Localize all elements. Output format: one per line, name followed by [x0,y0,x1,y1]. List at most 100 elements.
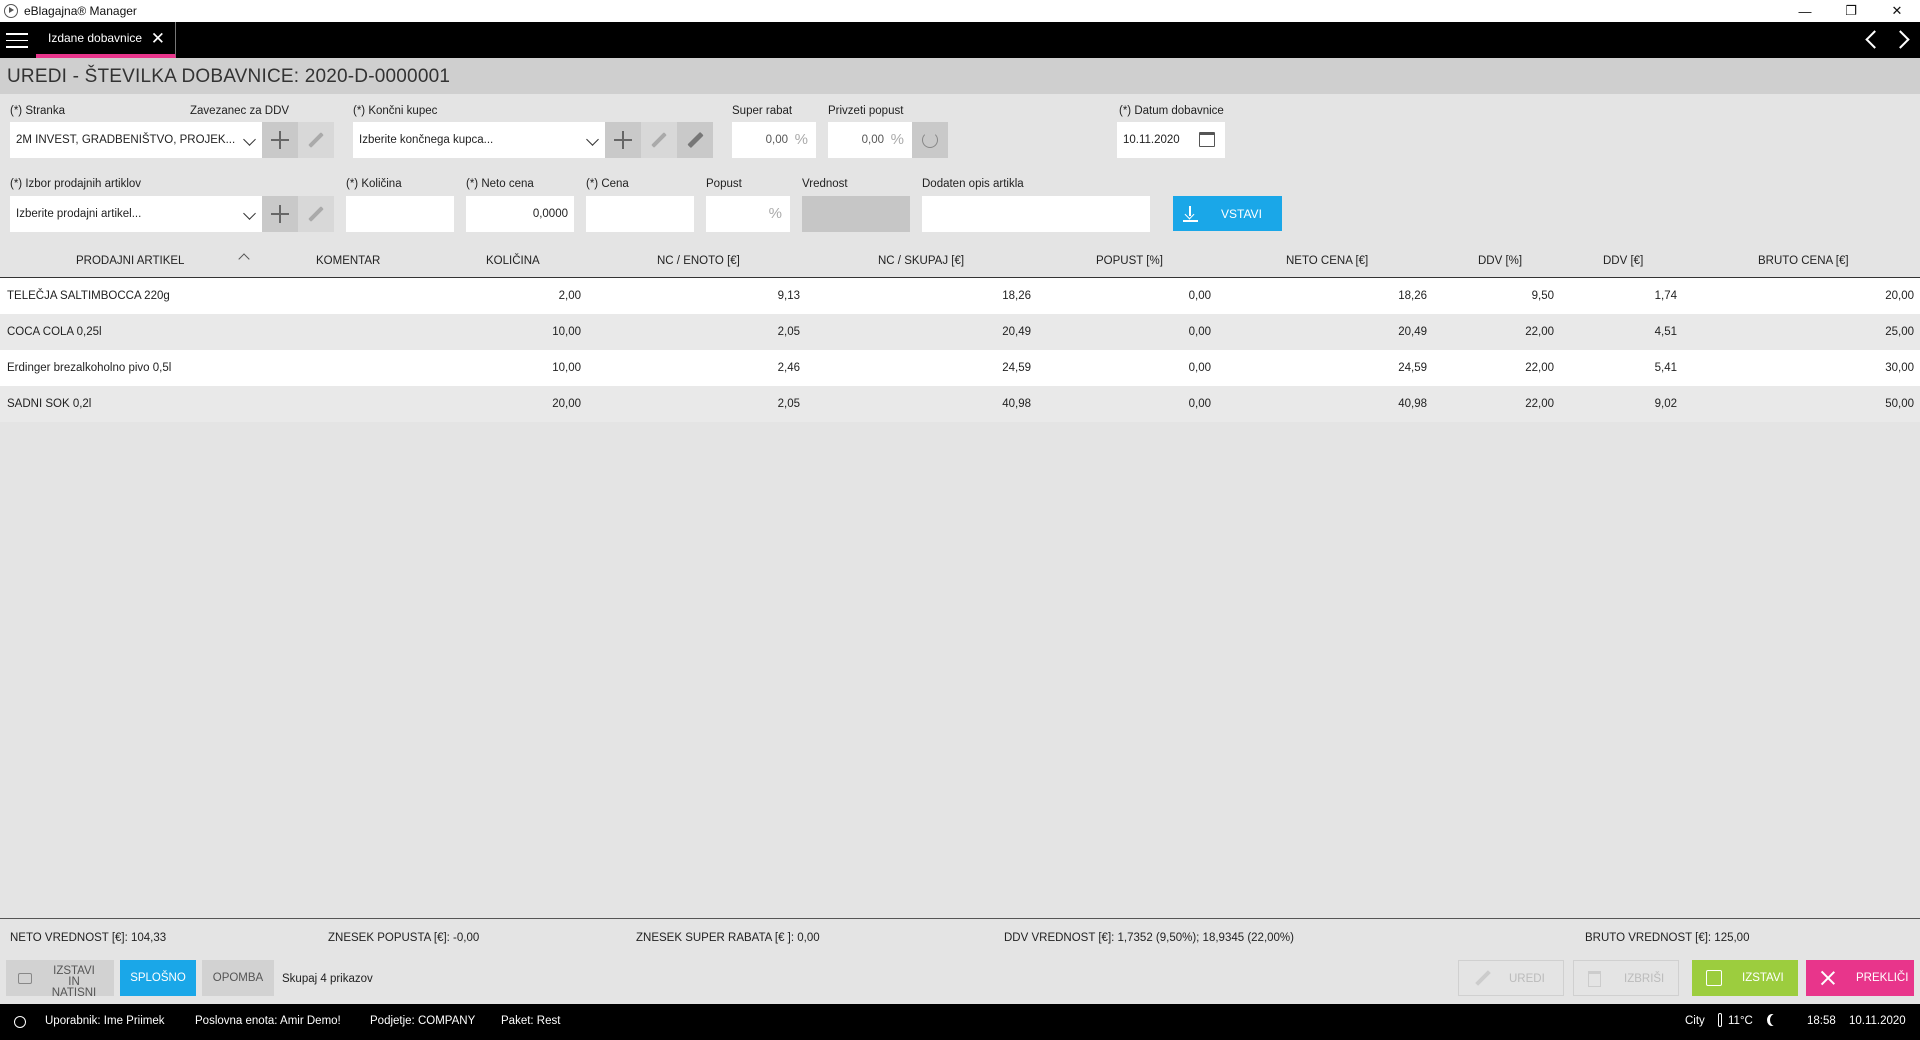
refresh-icon [922,132,938,148]
cancel-button[interactable]: PREKLIČI [1806,960,1914,996]
close-window-button[interactable]: ✕ [1874,0,1920,22]
download-icon [1183,206,1198,222]
cell-ddv-eur: 9,02 [1654,398,1677,410]
totals-bar: NETO VREDNOST [€]: 104,33 ZNESEK POPUSTA… [0,918,1920,958]
minimize-button[interactable]: — [1782,0,1828,22]
neto-total: NETO VREDNOST [€]: 104,33 [10,932,167,944]
menu-icon[interactable] [6,33,28,48]
cell-ddv-pct: 9,50 [1531,290,1554,302]
datum-value: 10.11.2020 [1123,134,1180,146]
window-title: eBlagajna® Manager [24,4,137,18]
cell-bruto: 25,00 [1885,326,1914,338]
status-package: Paket: Rest [501,1015,561,1027]
datum-label: (*) Datum dobavnice [1119,105,1224,117]
table-row[interactable]: Erdinger brezalkoholno pivo 0,5l 10,00 2… [0,350,1920,386]
koncni-kupec-select[interactable]: Izberite končnega kupca... [353,122,605,158]
table-row[interactable]: TELEČJA SALTIMBOCCA 220g 2,00 9,13 18,26… [0,278,1920,314]
close-icon [1820,970,1836,986]
cell-popust: 0,00 [1188,398,1211,410]
cell-kolicina: 10,00 [552,362,581,374]
privzeti-popust-input[interactable]: 0,00 % [828,122,912,158]
status-city: City [1685,1015,1705,1027]
edit-stranka-button[interactable] [298,122,334,158]
status-time: 18:58 [1807,1015,1836,1027]
kolicina-input[interactable] [346,196,454,232]
col-neto-cena[interactable]: NETO CENA [€] [1286,255,1368,267]
clear-kupec-button[interactable] [677,122,713,158]
popust-total: ZNESEK POPUSTA [€]: -0,00 [328,932,480,944]
issue-and-print-button[interactable]: IZSTAVI IN NATISNI [6,960,114,999]
cell-nc-enoto: 2,05 [777,398,800,410]
save-icon [1706,970,1722,986]
opis-input[interactable] [922,196,1150,232]
super-rabat-input[interactable]: 0,00 % [732,122,816,158]
col-ddv-eur[interactable]: DDV [€] [1603,255,1643,267]
cell-kolicina: 2,00 [558,290,581,302]
koncni-kupec-label: (*) Končni kupec [353,105,438,117]
chevron-left-icon[interactable] [1864,28,1878,50]
stranka-select[interactable]: 2M INVEST, GRADBENIŠTVO, PROJEK... [10,122,262,158]
privzeti-popust-label: Privzeti popust [828,105,904,117]
super-rabat-total: ZNESEK SUPER RABATA [€ ]: 0,00 [636,932,820,944]
table-header: PRODAJNI ARTIKEL KOMENTAR KOLIČINA NC / … [0,245,1920,278]
cell-artikel: COCA COLA 0,25l [7,326,102,338]
popust-input[interactable]: % [706,196,790,232]
table-row[interactable]: SADNI SOK 0,2l 20,00 2,05 40,98 0,00 40,… [0,386,1920,422]
tab-izdane-dobavnice[interactable]: Izdane dobavnice ✕ [36,22,176,58]
status-date: 10.11.2020 [1849,1015,1906,1027]
col-prodajni-artikel[interactable]: PRODAJNI ARTIKEL [76,255,184,267]
datum-input[interactable]: 10.11.2020 [1117,122,1225,158]
vrednost-label: Vrednost [802,178,848,190]
cell-popust: 0,00 [1188,326,1211,338]
cell-ddv-eur: 5,41 [1654,362,1677,374]
add-artikel-button[interactable] [262,196,298,232]
cena-label: (*) Cena [586,178,629,190]
tab-splosno[interactable]: SPLOŠNO [120,960,196,996]
user-icon [14,1016,26,1028]
insert-button[interactable]: VSTAVI [1173,196,1282,231]
table-row[interactable]: COCA COLA 0,25l 10,00 2,05 20,49 0,00 20… [0,314,1920,350]
percent-icon: % [890,131,904,148]
delete-button[interactable]: IZBRIŠI [1573,960,1679,996]
add-kupec-button[interactable] [605,122,641,158]
col-ddv-pct[interactable]: DDV [%] [1478,255,1522,267]
close-tab-icon[interactable]: ✕ [151,29,165,49]
col-popust[interactable]: POPUST [%] [1096,255,1163,267]
cell-popust: 0,00 [1188,362,1211,374]
cancel-label: PREKLIČI [1856,972,1909,984]
col-kolicina[interactable]: KOLIČINA [486,255,540,267]
status-temperature: 11°C [1728,1015,1753,1027]
cena-input[interactable] [586,196,694,232]
restore-button[interactable]: ❐ [1828,0,1874,22]
printer-icon [18,973,32,984]
tab-opomba[interactable]: OPOMBA [202,960,274,996]
insert-label: VSTAVI [1221,207,1262,221]
percent-icon: % [768,205,782,222]
calendar-icon[interactable] [1199,132,1215,147]
reset-popust-button[interactable] [912,122,948,158]
col-nc-enoto[interactable]: NC / ENOTO [€] [657,255,740,267]
cell-nc-skupaj: 18,26 [1002,290,1031,302]
add-stranka-button[interactable] [262,122,298,158]
issue-button[interactable]: IZSTAVI [1692,960,1798,996]
cell-nc-enoto: 9,13 [777,290,800,302]
cell-neto: 18,26 [1398,290,1427,302]
percent-icon: % [794,131,808,148]
ddv-total: DDV VREDNOST [€]: 1,7352 (9,50%); 18,934… [1004,932,1294,944]
issue-label: IZSTAVI [1742,972,1784,984]
page-header: UREDI - ŠTEVILKA DOBAVNICE: 2020-D-00000… [0,58,1920,94]
cell-bruto: 20,00 [1885,290,1914,302]
edit-artikel-button[interactable] [298,196,334,232]
tab-bar: Izdane dobavnice ✕ [0,22,1920,58]
edit-kupec-button[interactable] [641,122,677,158]
col-nc-skupaj[interactable]: NC / SKUPAJ [€] [878,255,964,267]
cell-kolicina: 10,00 [552,326,581,338]
neto-cena-input[interactable]: 0,0000 [466,196,574,232]
edit-button[interactable]: UREDI [1458,960,1564,996]
izbor-artiklov-select[interactable]: Izberite prodajni artikel... [10,196,262,232]
opis-label: Dodaten opis artikla [922,178,1024,190]
col-komentar[interactable]: KOMENTAR [316,255,380,267]
chevron-right-icon[interactable] [1896,28,1910,50]
cell-nc-skupaj: 24,59 [1002,362,1031,374]
col-bruto-cena[interactable]: BRUTO CENA [€] [1758,255,1849,267]
